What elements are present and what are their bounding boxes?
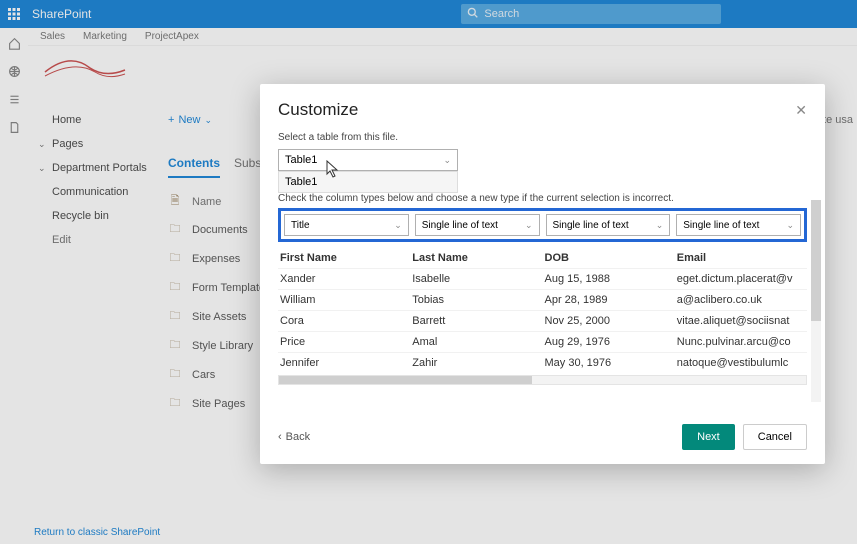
preview-body[interactable]: XanderIsabelleAug 15, 1988eget.dictum.pl… <box>278 268 807 373</box>
table-row: XanderIsabelleAug 15, 1988eget.dictum.pl… <box>278 268 807 289</box>
table-cell: Amal <box>410 332 542 352</box>
dialog-title: Customize <box>278 100 358 120</box>
col-header-last-name: Last Name <box>410 248 542 268</box>
scrollbar-thumb[interactable] <box>811 200 821 321</box>
table-cell: Aug 15, 1988 <box>543 269 675 289</box>
col-header-first-name: First Name <box>278 248 410 268</box>
close-icon[interactable]: ✕ <box>795 102 807 119</box>
next-button[interactable]: Next <box>682 424 735 450</box>
table-cell: Nov 25, 2000 <box>543 311 675 331</box>
table-cell: Cora <box>278 311 410 331</box>
customize-dialog: Customize ✕ Select a table from this fil… <box>260 84 825 464</box>
table-row: WilliamTobiasApr 28, 1989a@aclibero.co.u… <box>278 289 807 310</box>
table-select-options: Table1 <box>278 171 458 193</box>
table-row: PriceAmalAug 29, 1976Nunc.pulvinar.arcu@… <box>278 331 807 352</box>
column-type-select-3[interactable]: Single line of text⌄ <box>676 214 801 236</box>
chevron-down-icon: ⌄ <box>525 220 533 231</box>
table-cell: Barrett <box>410 311 542 331</box>
table-select[interactable]: Table1 ⌄ <box>278 149 458 171</box>
scrollbar-thumb[interactable] <box>279 376 532 384</box>
chevron-down-icon: ⌄ <box>786 220 794 231</box>
preview-header-row: First Name Last Name DOB Email <box>278 248 807 268</box>
column-type-instruction: Check the column types below and choose … <box>278 193 807 204</box>
col-header-email: Email <box>675 248 807 268</box>
table-cell: Aug 29, 1976 <box>543 332 675 352</box>
column-type-select-2[interactable]: Single line of text⌄ <box>546 214 671 236</box>
column-type-select-0[interactable]: Title⌄ <box>284 214 409 236</box>
column-type-select-1[interactable]: Single line of text⌄ <box>415 214 540 236</box>
table-cell: Xander <box>278 269 410 289</box>
select-table-label: Select a table from this file. <box>278 132 807 143</box>
table-option[interactable]: Table1 <box>279 172 457 192</box>
table-cell: a@aclibero.co.uk <box>675 290 807 310</box>
table-cell: Isabelle <box>410 269 542 289</box>
chevron-down-icon: ⌄ <box>656 220 664 231</box>
column-type-row: Title⌄ Single line of text⌄ Single line … <box>278 208 807 242</box>
chevron-down-icon: ⌄ <box>443 155 451 166</box>
table-row: CoraBarrettNov 25, 2000vitae.aliquet@soc… <box>278 310 807 331</box>
table-cell: May 30, 1976 <box>543 353 675 373</box>
table-cell: Tobias <box>410 290 542 310</box>
table-cell: Jennifer <box>278 353 410 373</box>
table-cell: eget.dictum.placerat@v <box>675 269 807 289</box>
table-select-value: Table1 <box>285 154 317 166</box>
table-cell: natoque@vestibulumlc <box>675 353 807 373</box>
col-header-dob: DOB <box>543 248 675 268</box>
cancel-button[interactable]: Cancel <box>743 424 807 450</box>
vertical-scrollbar[interactable] <box>811 200 821 402</box>
chevron-down-icon: ⌄ <box>394 220 402 231</box>
horizontal-scrollbar[interactable] <box>278 375 807 385</box>
table-cell: Apr 28, 1989 <box>543 290 675 310</box>
table-cell: vitae.aliquet@sociisnat <box>675 311 807 331</box>
chevron-left-icon: ‹ <box>278 431 282 443</box>
table-cell: Price <box>278 332 410 352</box>
table-cell: Zahir <box>410 353 542 373</box>
table-cell: William <box>278 290 410 310</box>
table-row: JenniferZahirMay 30, 1976natoque@vestibu… <box>278 352 807 373</box>
back-button[interactable]: ‹ Back <box>278 431 310 443</box>
table-cell: Nunc.pulvinar.arcu@co <box>675 332 807 352</box>
